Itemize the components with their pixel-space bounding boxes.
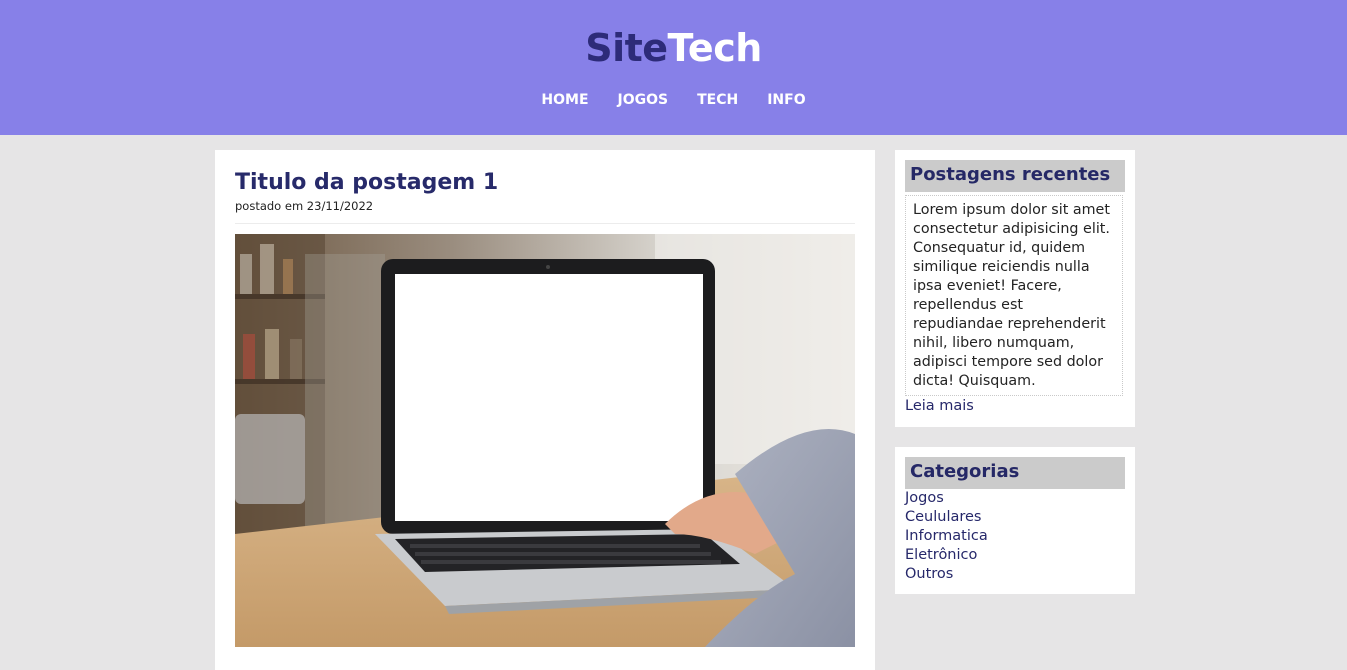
read-more-link[interactable]: Leia mais — [905, 398, 974, 414]
post-divider — [235, 223, 855, 224]
categories-widget: Categorias Jogos Ceululares Informatica … — [895, 447, 1135, 594]
recent-posts-heading: Postagens recentes — [905, 160, 1125, 192]
category-informatica[interactable]: Informatica — [905, 527, 988, 546]
category-eletronico[interactable]: Eletrônico — [905, 546, 988, 565]
category-jogos[interactable]: Jogos — [905, 489, 988, 508]
nav-tech-link[interactable]: TECH — [697, 92, 738, 108]
recent-post-text: Lorem ipsum dolor sit amet consectetur a… — [905, 195, 1123, 396]
logo-site-text: Site — [585, 26, 668, 70]
logo-tech-text: Tech — [667, 26, 763, 70]
nav-jogos-link[interactable]: JOGOS — [618, 92, 669, 108]
categories-list: Jogos Ceululares Informatica Eletrônico … — [905, 489, 988, 584]
post-title[interactable]: Titulo da postagem 1 — [235, 170, 498, 195]
post-card: Titulo da postagem 1 postado em 23/11/20… — [215, 150, 875, 670]
recent-posts-widget: Postagens recentes Lorem ipsum dolor sit… — [895, 150, 1135, 427]
category-ceululares[interactable]: Ceululares — [905, 508, 988, 527]
categories-heading: Categorias — [905, 457, 1125, 489]
site-header: SiteTech HOME JOGOS TECH INFO — [0, 0, 1347, 135]
category-outros[interactable]: Outros — [905, 565, 988, 584]
main-nav: HOME JOGOS TECH INFO — [0, 92, 1347, 108]
post-image — [235, 234, 855, 647]
nav-home-link[interactable]: HOME — [541, 92, 588, 108]
post-date: postado em 23/11/2022 — [235, 199, 374, 213]
nav-info-link[interactable]: INFO — [767, 92, 805, 108]
site-logo[interactable]: SiteTech — [0, 26, 1347, 70]
